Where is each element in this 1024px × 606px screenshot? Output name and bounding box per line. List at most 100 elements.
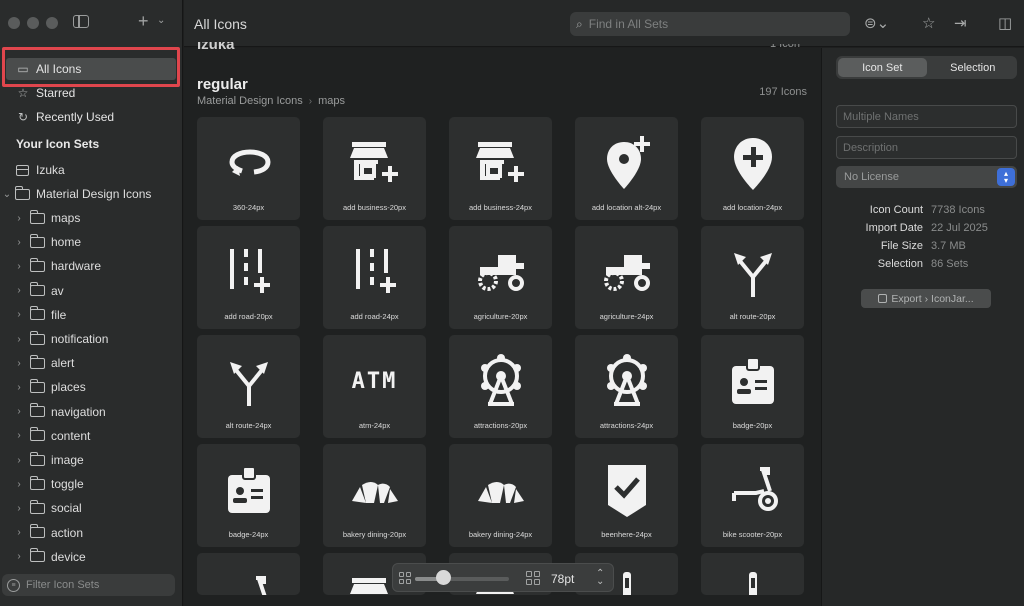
chevron-right-icon[interactable]: › bbox=[14, 551, 24, 562]
icon-tile[interactable]: 360-24px bbox=[197, 117, 300, 220]
icon-tile[interactable]: add business-24px bbox=[449, 117, 552, 220]
sidebar-folder-item[interactable]: › action bbox=[0, 522, 182, 544]
icon-tile[interactable] bbox=[197, 553, 300, 595]
grid-large-icon[interactable] bbox=[526, 571, 540, 585]
sidebar-folder-item[interactable]: › social bbox=[0, 497, 182, 519]
sidebar-item-material-design-icons[interactable]: ⌄ Material Design Icons bbox=[0, 183, 182, 205]
names-field[interactable]: Multiple Names bbox=[836, 105, 1017, 128]
sidebar-folder-item[interactable]: › home bbox=[0, 231, 182, 253]
tab-selection[interactable]: Selection bbox=[929, 56, 1018, 79]
sidebar-folder-item[interactable]: › toggle bbox=[0, 473, 182, 495]
zoom-slider-knob[interactable] bbox=[436, 570, 452, 585]
filter-icon: ≡ bbox=[7, 578, 20, 592]
info-value: 3.7 MB bbox=[931, 240, 966, 252]
icon-label: 360-24px bbox=[232, 203, 265, 212]
chevron-right-icon[interactable]: › bbox=[14, 261, 24, 272]
sidebar-folder-item[interactable]: › alert bbox=[0, 352, 182, 374]
tab-icon-set[interactable]: Icon Set bbox=[838, 58, 927, 77]
icon-tile[interactable]: bakery dining-20px bbox=[323, 444, 426, 547]
sidebar-folder-item[interactable]: › device bbox=[0, 546, 182, 568]
icon-tile[interactable]: alt route-20px bbox=[701, 226, 804, 329]
sidebar-item-all-icons[interactable]: ▭ All Icons bbox=[6, 58, 176, 80]
tractor-icon bbox=[575, 240, 678, 304]
chevron-right-icon[interactable]: › bbox=[14, 382, 24, 393]
icon-tile[interactable]: bakery dining-24px bbox=[449, 444, 552, 547]
folder-icon bbox=[30, 451, 45, 466]
icon-tile[interactable]: attractions-20px bbox=[449, 335, 552, 438]
sidebar-item-izuka[interactable]: Izuka bbox=[0, 159, 182, 181]
set-title: regular bbox=[197, 76, 248, 93]
window-controls bbox=[8, 17, 58, 29]
folder-icon bbox=[30, 524, 45, 539]
minimize-window-button[interactable] bbox=[27, 17, 39, 29]
chevron-right-icon[interactable]: › bbox=[14, 285, 24, 296]
sidebar-folder-item[interactable]: › hardware bbox=[0, 255, 182, 277]
chevron-right-icon[interactable]: › bbox=[14, 527, 24, 538]
sidebar-folder-item[interactable]: › notification bbox=[0, 328, 182, 350]
stepper-icon[interactable]: ⌃ ⌄ bbox=[596, 569, 604, 587]
filter-menu-icon[interactable]: ⊜⌄ bbox=[864, 14, 889, 32]
icon-tile[interactable]: beenhere-24px bbox=[575, 444, 678, 547]
sidebar-folder-item[interactable]: › maps bbox=[0, 207, 182, 229]
icon-tile[interactable]: add business-20px bbox=[323, 117, 426, 220]
sidebar-folder-item[interactable]: › image bbox=[0, 449, 182, 471]
grid-small-icon[interactable] bbox=[399, 572, 411, 584]
folder-icon bbox=[30, 233, 45, 248]
icon-tile[interactable]: bike scooter-20px bbox=[701, 444, 804, 547]
close-window-button[interactable] bbox=[8, 17, 20, 29]
sidebar-folder-item[interactable]: › navigation bbox=[0, 401, 182, 423]
search-icon: ⌕ bbox=[576, 16, 583, 31]
sidebar-item-starred[interactable]: ☆ Starred bbox=[6, 82, 176, 104]
sidebar-folder-item[interactable]: › file bbox=[0, 304, 182, 326]
icon-label: bike scooter-20px bbox=[722, 530, 783, 539]
icon-tile[interactable]: add location-24px bbox=[701, 117, 804, 220]
chevron-right-icon[interactable]: › bbox=[14, 455, 24, 466]
chevron-right-icon[interactable]: › bbox=[14, 479, 24, 490]
sidebar-toggle-icon[interactable] bbox=[73, 15, 89, 28]
breadcrumb-item[interactable]: Material Design Icons bbox=[197, 95, 303, 107]
icon-tile[interactable]: add road-20px bbox=[197, 226, 300, 329]
sidebar-folder-item[interactable]: › av bbox=[0, 280, 182, 302]
search-input[interactable]: ⌕ Find in All Sets bbox=[570, 12, 850, 36]
icon-label: add road-20px bbox=[224, 312, 273, 321]
chevron-right-icon[interactable]: › bbox=[14, 358, 24, 369]
license-select[interactable]: No License ▴ ▾ bbox=[836, 166, 1017, 188]
add-icon[interactable]: + bbox=[138, 11, 149, 32]
description-field[interactable]: Description bbox=[836, 136, 1017, 159]
icon-tile[interactable]: badge-20px bbox=[701, 335, 804, 438]
sidebar-folder-item[interactable]: › places bbox=[0, 376, 182, 398]
icon-tile[interactable]: agriculture-20px bbox=[449, 226, 552, 329]
icon-tile[interactable]: agriculture-24px bbox=[575, 226, 678, 329]
export-button[interactable]: Export › IconJar... bbox=[861, 289, 991, 308]
inspector-toggle-icon[interactable]: ◫ bbox=[998, 14, 1012, 32]
star-icon[interactable]: ☆ bbox=[922, 14, 935, 32]
chevron-down-icon[interactable]: ⌄ bbox=[157, 15, 165, 26]
icon-tile[interactable]: add road-24px bbox=[323, 226, 426, 329]
sidebar-folder-item[interactable]: › content bbox=[0, 425, 182, 447]
zoom-window-button[interactable] bbox=[46, 17, 58, 29]
chevron-right-icon[interactable]: › bbox=[14, 406, 24, 417]
icon-tile[interactable]: alt route-24px bbox=[197, 335, 300, 438]
zoom-slider[interactable] bbox=[415, 577, 509, 581]
icon-label: add location alt-24px bbox=[591, 203, 662, 212]
icon-tile[interactable]: badge-24px bbox=[197, 444, 300, 547]
filter-icon-sets-input[interactable]: ≡ Filter Icon Sets bbox=[2, 574, 175, 596]
check-shield-icon bbox=[575, 458, 678, 522]
chevron-right-icon[interactable]: › bbox=[14, 213, 24, 224]
chevron-right-icon[interactable]: › bbox=[14, 334, 24, 345]
icon-tile[interactable]: attractions-24px bbox=[575, 335, 678, 438]
breadcrumb-item[interactable]: maps bbox=[318, 95, 345, 107]
info-file-size: File Size 3.7 MB bbox=[836, 240, 1017, 252]
icon-tile[interactable]: ATM atm-24px bbox=[323, 335, 426, 438]
chevron-right-icon[interactable]: › bbox=[14, 503, 24, 514]
sidebar-item-recently-used[interactable]: ↻ Recently Used bbox=[6, 106, 176, 128]
chevron-right-icon[interactable]: › bbox=[14, 430, 24, 441]
icon-tile[interactable]: add location alt-24px bbox=[575, 117, 678, 220]
chevron-down-icon[interactable]: ⌄ bbox=[2, 189, 12, 200]
icon-tile[interactable] bbox=[701, 553, 804, 595]
folder-icon bbox=[30, 475, 45, 490]
filter-placeholder: Filter Icon Sets bbox=[26, 579, 100, 591]
export-icon[interactable]: ⇥ bbox=[954, 14, 967, 32]
chevron-right-icon[interactable]: › bbox=[14, 237, 24, 248]
chevron-right-icon[interactable]: › bbox=[14, 309, 24, 320]
